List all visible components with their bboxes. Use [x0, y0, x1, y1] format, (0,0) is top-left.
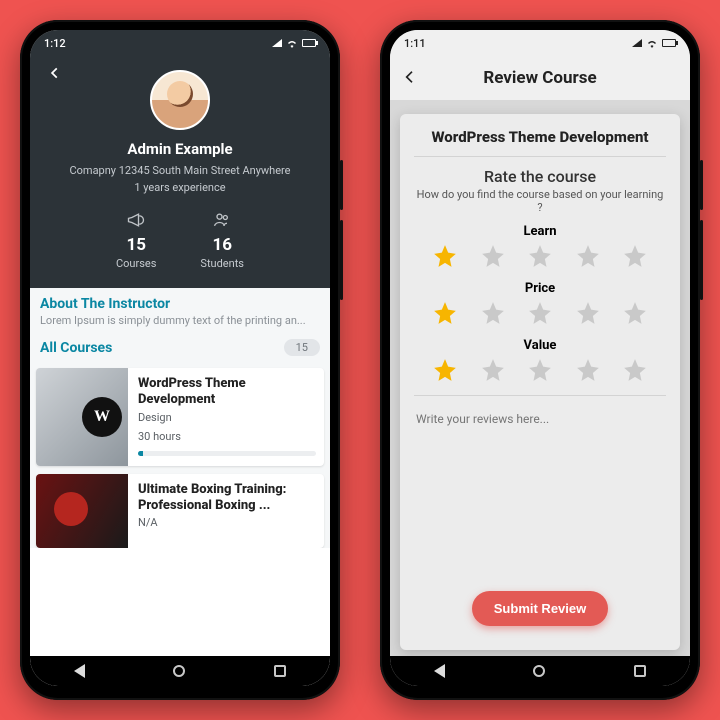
- course-title: WordPress Theme Development: [138, 376, 316, 409]
- divider: [414, 395, 666, 396]
- star-row: [414, 296, 666, 328]
- rating-criterion-label: Value: [414, 338, 666, 353]
- wifi-icon: [286, 38, 298, 48]
- volume-button: [340, 160, 343, 210]
- stat-courses[interactable]: 15 Courses: [116, 210, 156, 270]
- star-icon[interactable]: [432, 243, 458, 269]
- phone-instructor: 1:12 Admin Example Comapny 12345 South M…: [20, 20, 340, 700]
- star-icon[interactable]: [622, 357, 648, 383]
- instructor-name: Admin Example: [46, 140, 314, 158]
- criteria-list: Learn Price Value: [414, 214, 666, 385]
- about-section: About The Instructor Lorem Ipsum is simp…: [30, 288, 330, 335]
- star-icon[interactable]: [432, 357, 458, 383]
- back-button[interactable]: [402, 66, 418, 90]
- all-courses-count: 15: [284, 339, 320, 356]
- divider: [414, 156, 666, 157]
- status-bar: 1:12: [30, 30, 330, 56]
- about-desc: Lorem Ipsum is simply dummy text of the …: [40, 314, 320, 327]
- nav-home-icon[interactable]: [533, 665, 545, 677]
- screen-review: 1:11 Review Course WordPress Theme Devel…: [390, 30, 690, 686]
- review-header-title: Review Course: [483, 68, 596, 88]
- wifi-icon: [646, 38, 658, 48]
- course-list[interactable]: WordPress Theme Development Design 30 ho…: [30, 358, 330, 548]
- review-text-input[interactable]: [414, 406, 666, 446]
- avatar[interactable]: [150, 70, 210, 130]
- course-progress: [138, 451, 316, 456]
- review-card: WordPress Theme Development Rate the cou…: [400, 114, 680, 650]
- course-thumb: [36, 474, 128, 548]
- status-time: 1:11: [404, 37, 426, 50]
- about-title: About The Instructor: [40, 296, 320, 312]
- instructor-address: Comapny 12345 South Main Street Anywhere: [46, 164, 314, 177]
- review-course-title: WordPress Theme Development: [414, 128, 666, 146]
- submit-review-button[interactable]: Submit Review: [472, 591, 608, 626]
- nav-home-icon[interactable]: [173, 665, 185, 677]
- star-icon[interactable]: [527, 243, 553, 269]
- course-title: Ultimate Boxing Training: Professional B…: [138, 482, 316, 515]
- volume-button: [700, 160, 703, 210]
- people-icon: [211, 210, 233, 230]
- stat-courses-label: Courses: [116, 257, 156, 270]
- stat-students[interactable]: 16 Students: [200, 210, 244, 270]
- star-row: [414, 353, 666, 385]
- star-icon[interactable]: [575, 300, 601, 326]
- all-courses-section: All Courses 15: [30, 335, 330, 358]
- nav-recent-icon[interactable]: [634, 665, 646, 677]
- screen-instructor: 1:12 Admin Example Comapny 12345 South M…: [30, 30, 330, 686]
- course-card[interactable]: WordPress Theme Development Design 30 ho…: [36, 368, 324, 466]
- signal-icon: [632, 39, 642, 47]
- review-header: Review Course: [390, 56, 690, 100]
- signal-icon: [272, 39, 282, 47]
- course-duration: 30 hours: [138, 430, 316, 443]
- instructor-experience: 1 years experience: [46, 181, 314, 194]
- phone-review: 1:11 Review Course WordPress Theme Devel…: [380, 20, 700, 700]
- course-card[interactable]: Ultimate Boxing Training: Professional B…: [36, 474, 324, 548]
- rating-criterion-label: Learn: [414, 224, 666, 239]
- star-icon[interactable]: [480, 300, 506, 326]
- all-courses-title: All Courses: [40, 340, 112, 356]
- star-icon[interactable]: [575, 357, 601, 383]
- star-icon[interactable]: [622, 243, 648, 269]
- rate-heading: Rate the course: [414, 167, 666, 186]
- course-category: N/A: [138, 516, 316, 529]
- star-row: [414, 239, 666, 271]
- star-icon[interactable]: [480, 243, 506, 269]
- nav-back-icon[interactable]: [74, 664, 85, 678]
- stat-students-label: Students: [200, 257, 244, 270]
- power-button: [700, 220, 703, 300]
- rating-criterion-label: Price: [414, 281, 666, 296]
- status-bar: 1:11: [390, 30, 690, 56]
- nav-recent-icon[interactable]: [274, 665, 286, 677]
- stat-courses-num: 15: [116, 235, 156, 255]
- status-icons: [632, 38, 676, 48]
- android-navbar: [390, 656, 690, 686]
- course-thumb: [36, 368, 128, 466]
- star-icon[interactable]: [480, 357, 506, 383]
- star-icon[interactable]: [622, 300, 648, 326]
- course-category: Design: [138, 411, 316, 424]
- star-icon[interactable]: [527, 357, 553, 383]
- status-time: 1:12: [44, 37, 66, 50]
- stats-row: 15 Courses 16 Students: [46, 210, 314, 270]
- instructor-hero: Admin Example Comapny 12345 South Main S…: [30, 56, 330, 288]
- star-icon[interactable]: [527, 300, 553, 326]
- nav-back-icon[interactable]: [434, 664, 445, 678]
- android-navbar: [30, 656, 330, 686]
- star-icon[interactable]: [432, 300, 458, 326]
- star-icon[interactable]: [575, 243, 601, 269]
- back-button[interactable]: [48, 64, 62, 85]
- power-button: [340, 220, 343, 300]
- battery-icon: [662, 39, 676, 47]
- rate-question: How do you find the course based on your…: [414, 188, 666, 214]
- stat-students-num: 16: [200, 235, 244, 255]
- megaphone-icon: [125, 210, 147, 230]
- battery-icon: [302, 39, 316, 47]
- status-icons: [272, 38, 316, 48]
